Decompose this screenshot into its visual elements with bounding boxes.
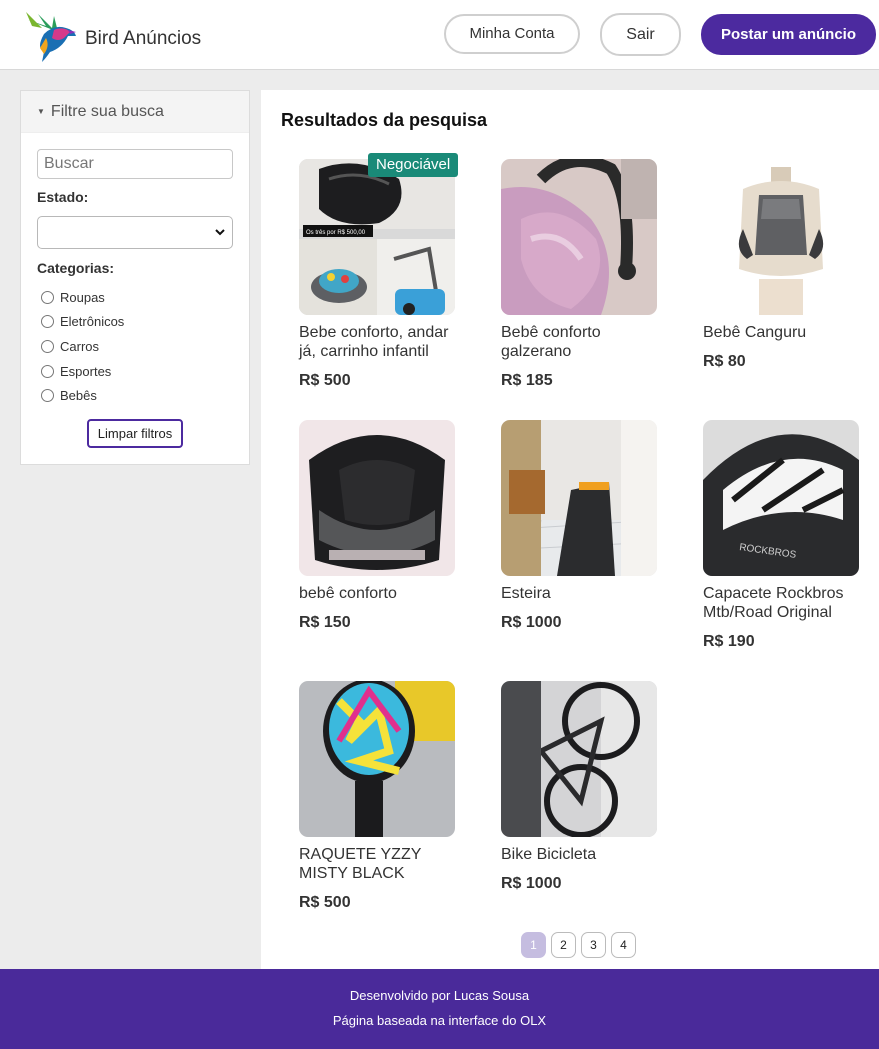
filter-panel: ▼ Filtre sua busca Buscar Estado: Categor… [20, 90, 250, 465]
header: Bird Anúncios Minha Conta Sair Postar um… [0, 0, 879, 70]
listing-photo[interactable] [299, 420, 455, 576]
category-label: Esportes [60, 364, 112, 379]
radio-button[interactable] [41, 365, 54, 378]
listing-price: R$ 185 [501, 372, 553, 389]
listing-price: R$ 190 [703, 633, 755, 650]
listing-price: R$ 150 [299, 614, 351, 631]
filter-toggle[interactable]: ▼ Filtre sua busca [21, 91, 249, 133]
logout-button[interactable]: Sair [600, 13, 681, 56]
footer-note: Página baseada na interface do OLX [332, 1013, 547, 1028]
listing-title[interactable]: Bebê Canguru [703, 323, 868, 342]
radio-button[interactable] [41, 389, 54, 402]
clear-filters-button[interactable]: Limpar filtros [87, 419, 183, 448]
category-label: Eletrônicos [60, 314, 125, 329]
listing-price: R$ 500 [299, 894, 351, 911]
category-label: Roupas [60, 290, 105, 305]
thumb-caption: Os três por R$ 500,00 [306, 230, 366, 236]
search-input[interactable]: Buscar [37, 149, 233, 179]
results-title: Resultados da pesquisa [281, 110, 488, 130]
listing-photo[interactable]: Os três por R$ 500,00 [299, 159, 455, 315]
caret-down-icon: ▼ [37, 107, 45, 116]
page-button-3[interactable]: 3 [581, 932, 606, 958]
listing-title[interactable]: bebê conforto [299, 584, 464, 603]
my-account-button[interactable]: Minha Conta [444, 14, 580, 54]
listing-price: R$ 1000 [501, 875, 562, 892]
filter-title: Filtre sua busca [50, 103, 164, 121]
state-select[interactable] [37, 216, 233, 249]
listing-photo[interactable] [299, 681, 455, 837]
listing-title[interactable]: Esteira [501, 584, 666, 603]
brand-name[interactable]: Bird Anúncios [85, 28, 201, 50]
bird-logo-icon[interactable] [24, 8, 78, 64]
listing-photo[interactable]: ROCKBROS [703, 420, 859, 576]
listing-price: R$ 500 [299, 372, 351, 389]
footer-credit: Desenvolvido por Lucas Sousa [349, 988, 530, 1003]
radio-button[interactable] [41, 315, 54, 328]
chevron-down-icon [215, 229, 225, 236]
listing-title[interactable]: Capacete Rockbros Mtb/Road Original [703, 584, 868, 622]
radio-button[interactable] [41, 340, 54, 353]
negotiable-badge: Negociável [368, 153, 459, 177]
category-label: Bebês [60, 388, 97, 403]
page-button-4[interactable]: 4 [611, 932, 636, 958]
categories-label: Categorias: [37, 260, 115, 276]
category-label: Carros [60, 339, 100, 354]
listing-price: R$ 1000 [501, 614, 562, 631]
listing-title[interactable]: RAQUETE YZZY MISTY BLACK [299, 845, 464, 883]
listing-photo[interactable] [703, 159, 859, 315]
post-ad-button[interactable]: Postar um anúncio [701, 14, 876, 55]
results-panel: Resultados da pesquisa Os três por R$ 50… [261, 90, 879, 969]
listing-title[interactable]: Bebê conforto galzerano [501, 323, 666, 361]
listing-title[interactable]: Bike Bicicleta [501, 845, 666, 864]
footer: Desenvolvido por Lucas Sousa Página base… [0, 969, 879, 1049]
page-button-1[interactable]: 1 [521, 932, 546, 958]
radio-button[interactable] [41, 291, 54, 304]
listing-photo[interactable] [501, 420, 657, 576]
state-label: Estado: [37, 189, 89, 205]
page-button-2[interactable]: 2 [551, 932, 576, 958]
listing-price: R$ 80 [703, 353, 746, 370]
listing-title[interactable]: Bebe conforto, andar já, carrinho infant… [299, 323, 464, 361]
listing-photo[interactable] [501, 159, 657, 315]
listing-photo[interactable] [501, 681, 657, 837]
